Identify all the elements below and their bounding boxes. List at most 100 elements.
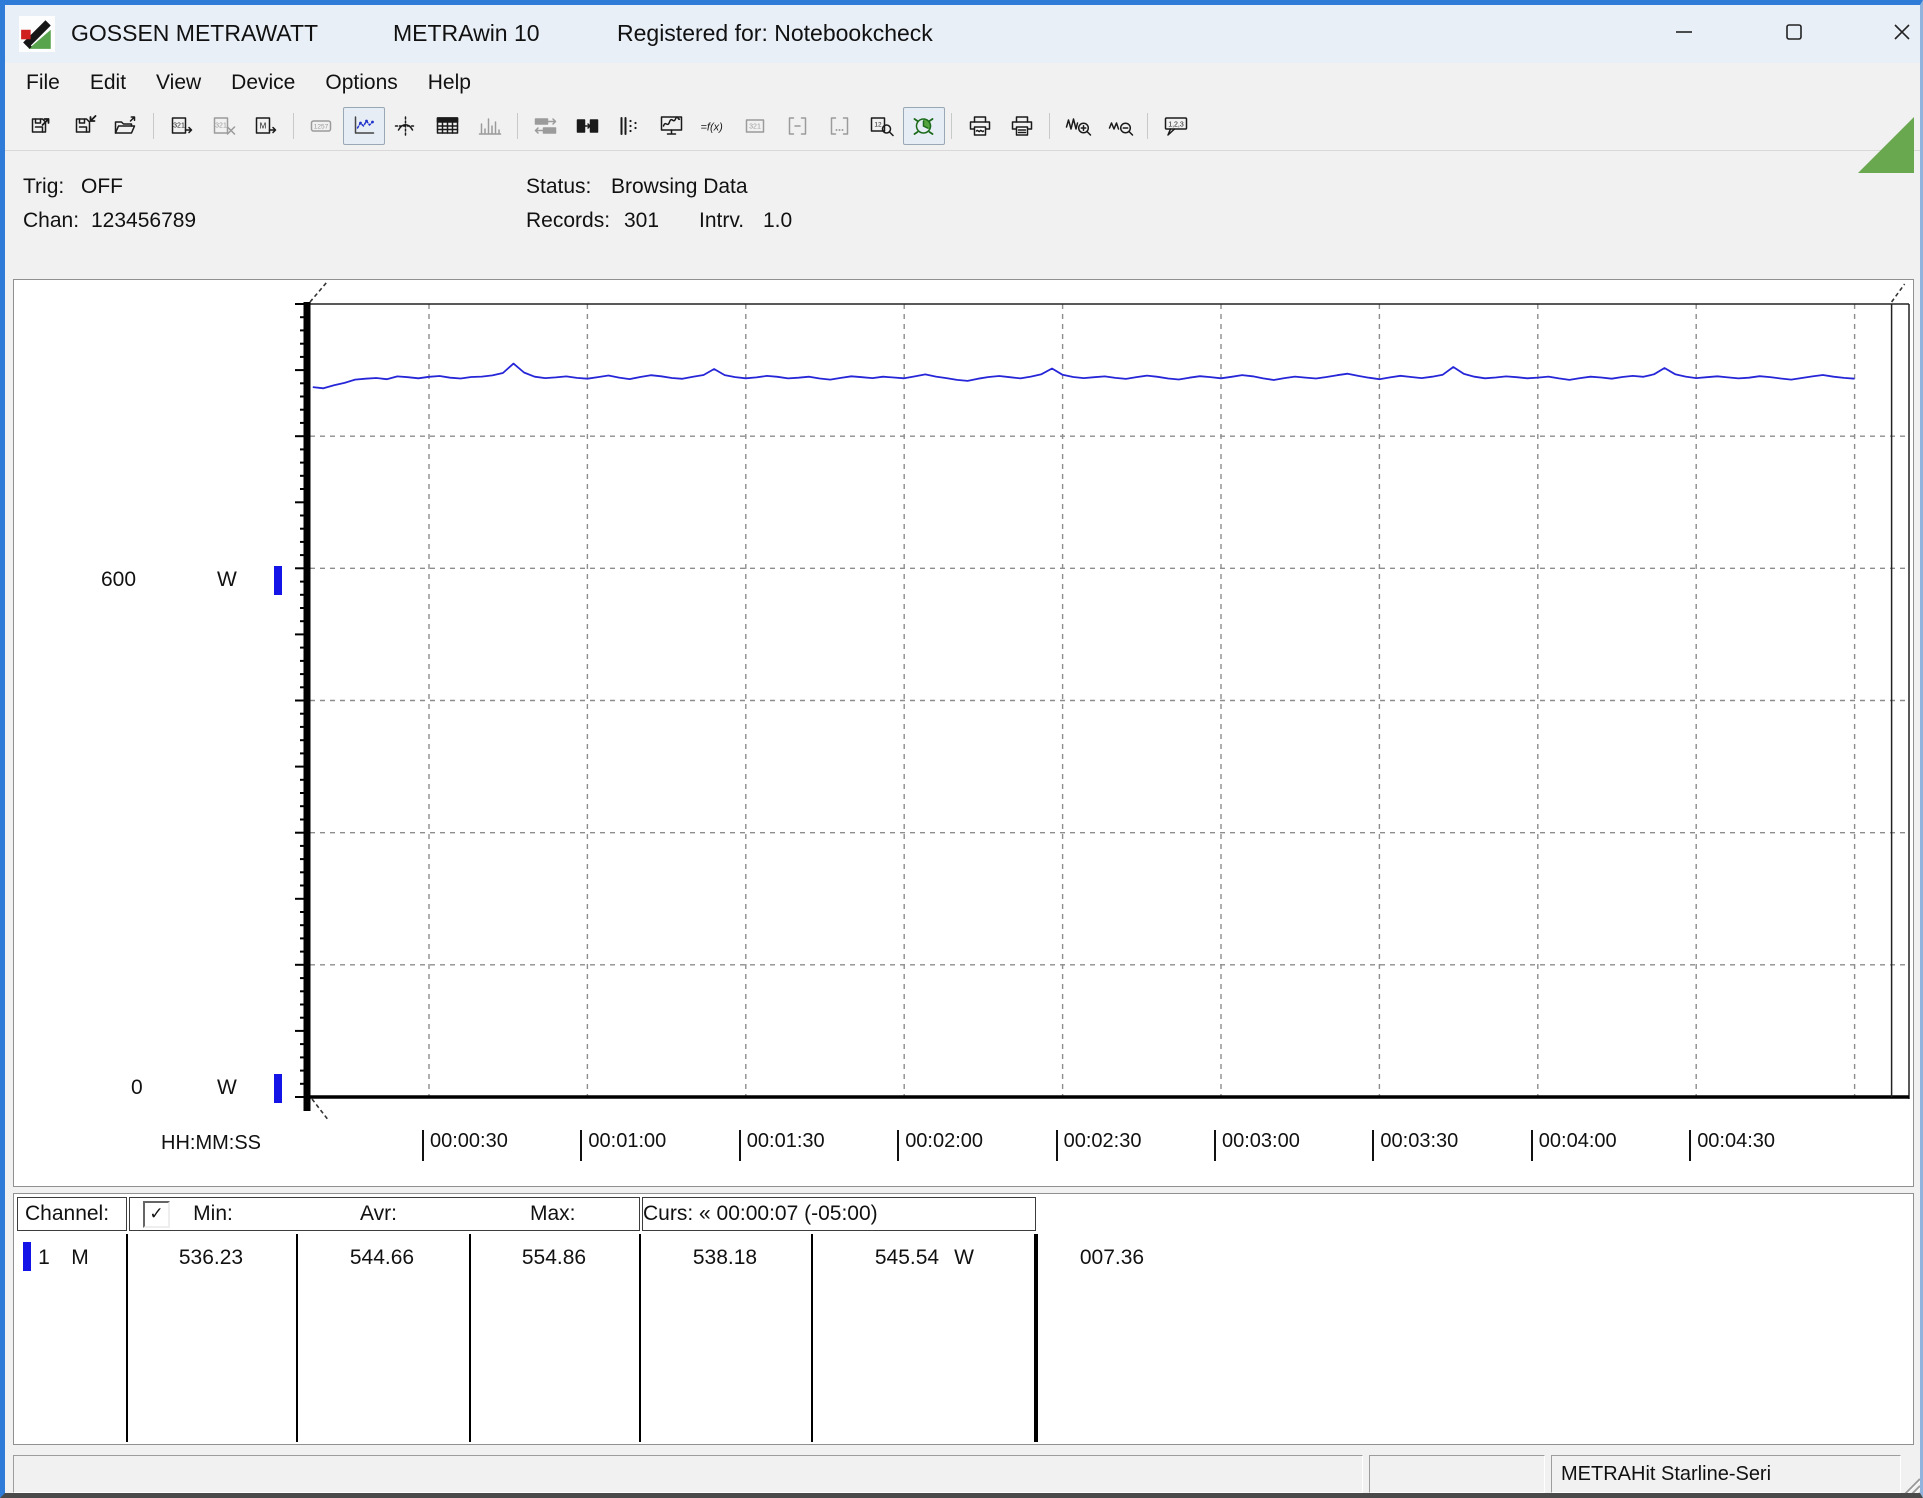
channel-list-button[interactable] bbox=[609, 107, 651, 145]
statusbar-message-area bbox=[13, 1455, 1363, 1493]
printer-lines-icon bbox=[1009, 115, 1035, 137]
menu-device[interactable]: Device bbox=[216, 67, 310, 99]
open-file-button[interactable] bbox=[105, 107, 147, 145]
doc-m-export-icon: M bbox=[253, 115, 279, 137]
y-max-unit: W bbox=[217, 568, 237, 592]
minimize-button[interactable] bbox=[1655, 12, 1713, 56]
menu-bar: FileEditViewDeviceOptionsHelp bbox=[5, 63, 1920, 102]
menu-edit[interactable]: Edit bbox=[75, 67, 141, 99]
bracket-dots-icon bbox=[827, 115, 853, 137]
chart-curve-icon bbox=[351, 115, 377, 137]
svg-text:12: 12 bbox=[874, 122, 882, 129]
histogram-view-button bbox=[469, 107, 511, 145]
x-tick-00:02:00: 00:02:00 bbox=[897, 1130, 983, 1161]
records-label: Records: bbox=[526, 209, 610, 233]
transfer-button bbox=[525, 107, 567, 145]
cursor-b-value: 545.54 bbox=[875, 1246, 939, 1270]
max-value: 554.86 bbox=[522, 1246, 586, 1270]
metrawin-window: GOSSEN METRAWATT METRAwin 10 Registered … bbox=[0, 0, 1923, 1498]
channel-visible-checkbox[interactable]: ✓ bbox=[143, 1201, 170, 1228]
menu-options[interactable]: Options bbox=[310, 67, 412, 99]
chart-view-button[interactable] bbox=[343, 107, 385, 145]
maximize-button[interactable] bbox=[1765, 12, 1823, 56]
trig-label: Trig: bbox=[23, 175, 64, 199]
records-info: Records: 301 Intrv. 1.0 bbox=[526, 209, 1126, 237]
cursor-column-header: Curs: « 00:00:07 (-05:00) bbox=[642, 1197, 1036, 1231]
print-chart-button[interactable] bbox=[959, 107, 1001, 145]
x-tick-00:00:30: 00:00:30 bbox=[422, 1130, 508, 1161]
app-logo-icon bbox=[19, 16, 55, 52]
channel1-color-bar-bottom bbox=[274, 1074, 282, 1103]
save-import-button[interactable] bbox=[63, 107, 105, 145]
statusbar-device-name: METRAHit Starline-Seri bbox=[1551, 1455, 1901, 1493]
chan-label: Chan: bbox=[23, 209, 79, 233]
svg-text:321: 321 bbox=[173, 123, 185, 130]
status-info: Status: Browsing Data bbox=[526, 175, 1126, 203]
x-tick-00:04:00: 00:04:00 bbox=[1531, 1130, 1617, 1161]
formula-button[interactable]: =f(x) bbox=[693, 107, 735, 145]
folder-open-icon bbox=[113, 115, 139, 137]
interval-label: Intrv. bbox=[699, 209, 744, 233]
print-report-button[interactable] bbox=[1001, 107, 1043, 145]
y-min-label: 0 bbox=[131, 1076, 143, 1100]
zoom-out-button[interactable] bbox=[1099, 107, 1141, 145]
menu-help[interactable]: Help bbox=[413, 67, 486, 99]
monitor-wave-icon bbox=[659, 115, 685, 137]
device-transfer-button[interactable] bbox=[567, 107, 609, 145]
svg-text:321: 321 bbox=[749, 124, 761, 131]
interval-start-button bbox=[777, 107, 819, 145]
interval-value: 1.0 bbox=[763, 209, 792, 233]
close-button[interactable] bbox=[1873, 12, 1923, 56]
title-app-name: METRAwin 10 bbox=[393, 20, 540, 47]
data-table-icon bbox=[435, 115, 461, 137]
trig-value: OFF bbox=[81, 175, 123, 199]
doc-321-delete-icon: 321 bbox=[211, 115, 237, 137]
histogram-icon bbox=[477, 115, 503, 137]
time-search-button[interactable]: 12 bbox=[861, 107, 903, 145]
save-export-button[interactable] bbox=[21, 107, 63, 145]
export-values-button[interactable]: 321 bbox=[161, 107, 203, 145]
device-arrows-icon bbox=[575, 115, 601, 137]
statistics-table: Channel: ✓ Min: Avr: Max: Curs: « 00:00:… bbox=[13, 1193, 1914, 1445]
minimize-icon bbox=[1673, 21, 1695, 48]
stats-column-header: ✓ Min: Avr: Max: bbox=[129, 1197, 640, 1231]
live-mode-button[interactable] bbox=[903, 107, 945, 145]
toolbar-separator bbox=[945, 111, 959, 141]
cursor-diff-value: 007.36 bbox=[1080, 1246, 1144, 1270]
x-tick-00:02:30: 00:02:30 bbox=[1056, 1130, 1142, 1161]
menu-file[interactable]: File bbox=[11, 67, 75, 99]
power-chart[interactable] bbox=[14, 280, 1913, 1186]
avr-value: 544.66 bbox=[350, 1246, 414, 1270]
cursor-a-value: 538.18 bbox=[693, 1246, 757, 1270]
channel-bars-icon bbox=[617, 115, 643, 137]
min-header: Min: bbox=[193, 1202, 233, 1226]
max-header: Max: bbox=[530, 1202, 576, 1226]
zoomin-wave-icon bbox=[1064, 115, 1092, 137]
chart-crosshair-icon bbox=[393, 115, 419, 137]
disk-export-icon bbox=[29, 115, 55, 137]
formula-fx-icon: =f(x) bbox=[699, 115, 729, 137]
numeric-display-button: 1257 bbox=[301, 107, 343, 145]
chart-pane[interactable]: 600 W 0 W HH:MM:SS 00:00:3000:01:0000:01… bbox=[13, 279, 1914, 1187]
svg-text:1,2,3: 1,2,3 bbox=[1168, 122, 1184, 129]
export-memory-button[interactable]: M bbox=[245, 107, 287, 145]
interval-range-button bbox=[819, 107, 861, 145]
channel-column-header: Channel: bbox=[17, 1197, 127, 1231]
table-view-button[interactable] bbox=[427, 107, 469, 145]
toolbar: 321 321 M 1257 =f(x) 321 12 1,2,3 bbox=[5, 102, 1920, 151]
doc-321-export-icon: 321 bbox=[169, 115, 195, 137]
title-brand: GOSSEN METRAWATT bbox=[71, 20, 318, 47]
zoom-in-button[interactable] bbox=[1057, 107, 1099, 145]
title-bar: GOSSEN METRAWATT METRAwin 10 Registered … bbox=[5, 5, 1920, 63]
channel1-row-color-bar bbox=[23, 1242, 31, 1271]
memory-read-button: 321 bbox=[735, 107, 777, 145]
toolbar-separator bbox=[511, 111, 525, 141]
x-tick-00:03:30: 00:03:30 bbox=[1372, 1130, 1458, 1161]
resize-grip-icon[interactable] bbox=[1898, 1473, 1922, 1498]
comments-button[interactable]: 1,2,3 bbox=[1155, 107, 1197, 145]
x-tick-00:03:00: 00:03:00 bbox=[1214, 1130, 1300, 1161]
monitor-button[interactable] bbox=[651, 107, 693, 145]
xy-view-button[interactable] bbox=[385, 107, 427, 145]
time-axis-format-label: HH:MM:SS bbox=[161, 1132, 261, 1155]
menu-view[interactable]: View bbox=[141, 67, 216, 99]
